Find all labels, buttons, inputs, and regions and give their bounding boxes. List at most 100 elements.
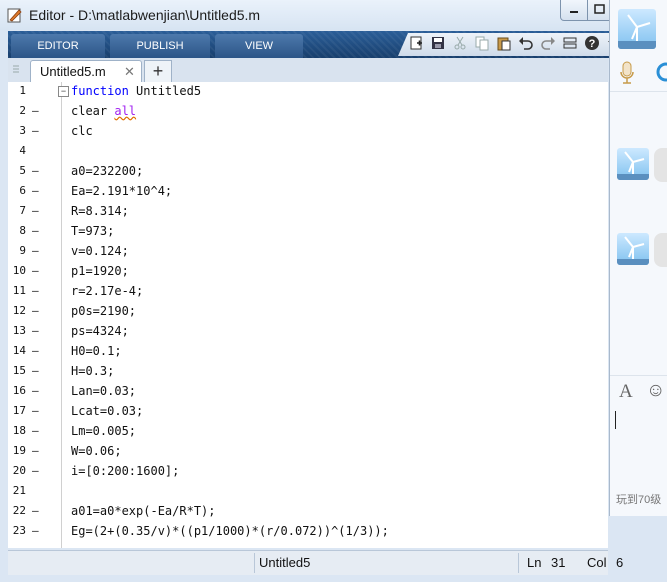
switch-windows-button[interactable]: [560, 35, 580, 54]
tab-untitled5[interactable]: Untitled5.m ✕: [30, 60, 142, 83]
new-button[interactable]: [406, 35, 426, 54]
code-line[interactable]: 21: [8, 481, 608, 501]
code-text: R=8.314;: [71, 201, 129, 221]
tab-publish[interactable]: PUBLISH: [110, 34, 210, 58]
breakpoint-marker[interactable]: –: [32, 221, 40, 241]
line-number[interactable]: 11: [8, 281, 26, 301]
code-line[interactable]: 18– Lm=0.005;: [8, 421, 608, 441]
line-number[interactable]: 13: [8, 321, 26, 341]
tab-editor[interactable]: EDITOR: [11, 34, 105, 58]
paste-button[interactable]: [494, 35, 514, 54]
copy-button[interactable]: [472, 35, 492, 54]
line-number[interactable]: 2: [8, 101, 26, 121]
line-number[interactable]: 1: [8, 82, 26, 101]
emoji-icon[interactable]: ☺: [646, 380, 665, 402]
code-line[interactable]: 14– H0=0.1;: [8, 341, 608, 361]
breakpoint-marker[interactable]: –: [32, 161, 40, 181]
line-number[interactable]: 3: [8, 121, 26, 141]
message-avatar[interactable]: [617, 233, 649, 265]
code-line[interactable]: 10– p1=1920;: [8, 261, 608, 281]
code-text: p0s=2190;: [71, 301, 136, 321]
code-line[interactable]: 7– R=8.314;: [8, 201, 608, 221]
code-line[interactable]: 23– Eg=(2+(0.35/v)*((p1/1000)*(r/0.072))^…: [8, 521, 608, 541]
document-tab-bar: Untitled5.m ✕ +: [8, 58, 608, 83]
code-segment: Ea=2.191*10^4;: [71, 184, 173, 198]
code-line[interactable]: 4: [8, 141, 608, 161]
line-number[interactable]: 6: [8, 181, 26, 201]
line-number[interactable]: 10: [8, 261, 26, 281]
code-line[interactable]: 8– T=973;: [8, 221, 608, 241]
line-number[interactable]: 19: [8, 441, 26, 461]
help-button[interactable]: ?: [582, 35, 602, 54]
code-line[interactable]: 19– W=0.06;: [8, 441, 608, 461]
code-line[interactable]: 16– Lan=0.03;: [8, 381, 608, 401]
breakpoint-marker[interactable]: –: [32, 501, 40, 521]
breakpoint-marker[interactable]: –: [32, 341, 40, 361]
breakpoint-marker[interactable]: –: [32, 181, 40, 201]
breakpoint-marker[interactable]: –: [32, 421, 40, 441]
breakpoint-marker[interactable]: –: [32, 101, 40, 121]
line-number[interactable]: 4: [8, 141, 26, 161]
breakpoint-marker[interactable]: –: [32, 121, 40, 141]
contact-avatar[interactable]: [618, 9, 656, 49]
code-line[interactable]: 15– H=0.3;: [8, 361, 608, 381]
microphone-icon[interactable]: [618, 60, 636, 86]
tab-view[interactable]: VIEW: [215, 34, 303, 58]
line-number[interactable]: 17: [8, 401, 26, 421]
line-number[interactable]: 5: [8, 161, 26, 181]
message-bubble[interactable]: [654, 233, 667, 267]
line-number[interactable]: 15: [8, 361, 26, 381]
code-line[interactable]: 13– ps=4324;: [8, 321, 608, 341]
line-number[interactable]: 22: [8, 501, 26, 521]
fold-toggle-icon[interactable]: −: [58, 86, 69, 97]
code-line[interactable]: 6– Ea=2.191*10^4;: [8, 181, 608, 201]
breakpoint-marker[interactable]: –: [32, 381, 40, 401]
line-number[interactable]: 23: [8, 521, 26, 541]
code-line[interactable]: 11– r=2.17e-4;: [8, 281, 608, 301]
message-bubble[interactable]: [654, 148, 667, 182]
code-line[interactable]: 9– v=0.124;: [8, 241, 608, 261]
breakpoint-marker[interactable]: –: [32, 321, 40, 341]
line-number[interactable]: 12: [8, 301, 26, 321]
breakpoint-marker[interactable]: –: [32, 361, 40, 381]
undo-button[interactable]: [516, 35, 536, 54]
code-line[interactable]: 22– a01=a0*exp(-Ea/R*T);: [8, 501, 608, 521]
line-number[interactable]: 8: [8, 221, 26, 241]
breakpoint-marker[interactable]: –: [32, 241, 40, 261]
breakpoint-marker[interactable]: –: [32, 281, 40, 301]
message-avatar[interactable]: [617, 148, 649, 180]
code-line[interactable]: 5– a0=232200;: [8, 161, 608, 181]
code-line[interactable]: 20– i=[0:200:1600];: [8, 461, 608, 481]
line-number[interactable]: 16: [8, 381, 26, 401]
code-line[interactable]: 17– Lcat=0.03;: [8, 401, 608, 421]
line-number[interactable]: 20: [8, 461, 26, 481]
breakpoint-marker[interactable]: –: [32, 461, 40, 481]
save-button[interactable]: [428, 35, 448, 54]
line-number[interactable]: 14: [8, 341, 26, 361]
redo-button[interactable]: [538, 35, 558, 54]
breakpoint-marker[interactable]: –: [32, 301, 40, 321]
code-editor[interactable]: 1− function Untitled5 2– clear all 3– clc 4 5– a…: [8, 82, 608, 548]
line-number[interactable]: 18: [8, 421, 26, 441]
breakpoint-marker[interactable]: –: [32, 261, 40, 281]
breakpoint-marker[interactable]: –: [32, 521, 40, 541]
line-number[interactable]: 21: [8, 481, 26, 501]
add-tab-button[interactable]: +: [144, 60, 172, 83]
close-icon[interactable]: ✕: [124, 64, 135, 80]
search-icon[interactable]: [654, 60, 667, 86]
breakpoint-marker[interactable]: –: [32, 401, 40, 421]
line-number[interactable]: 7: [8, 201, 26, 221]
code-line[interactable]: 12– p0s=2190;: [8, 301, 608, 321]
breakpoint-marker[interactable]: –: [32, 201, 40, 221]
cut-button[interactable]: [450, 35, 470, 54]
minimize-button[interactable]: [560, 0, 588, 21]
code-line[interactable]: 1 − function Untitled5: [8, 82, 608, 101]
breakpoint-marker[interactable]: –: [32, 441, 40, 461]
line-number[interactable]: 9: [8, 241, 26, 261]
warning-underlined-token[interactable]: all: [114, 104, 136, 118]
chat-side-panel[interactable]: A ☺ 玩到70级: [609, 0, 667, 516]
title-bar[interactable]: Editor - D:\matlabwenjian\Untitled5.m: [0, 0, 667, 30]
code-line[interactable]: 3– clc: [8, 121, 608, 141]
code-line[interactable]: 2– clear all: [8, 101, 608, 121]
status-bar: Untitled5 Ln 31 Col 6: [8, 550, 623, 575]
